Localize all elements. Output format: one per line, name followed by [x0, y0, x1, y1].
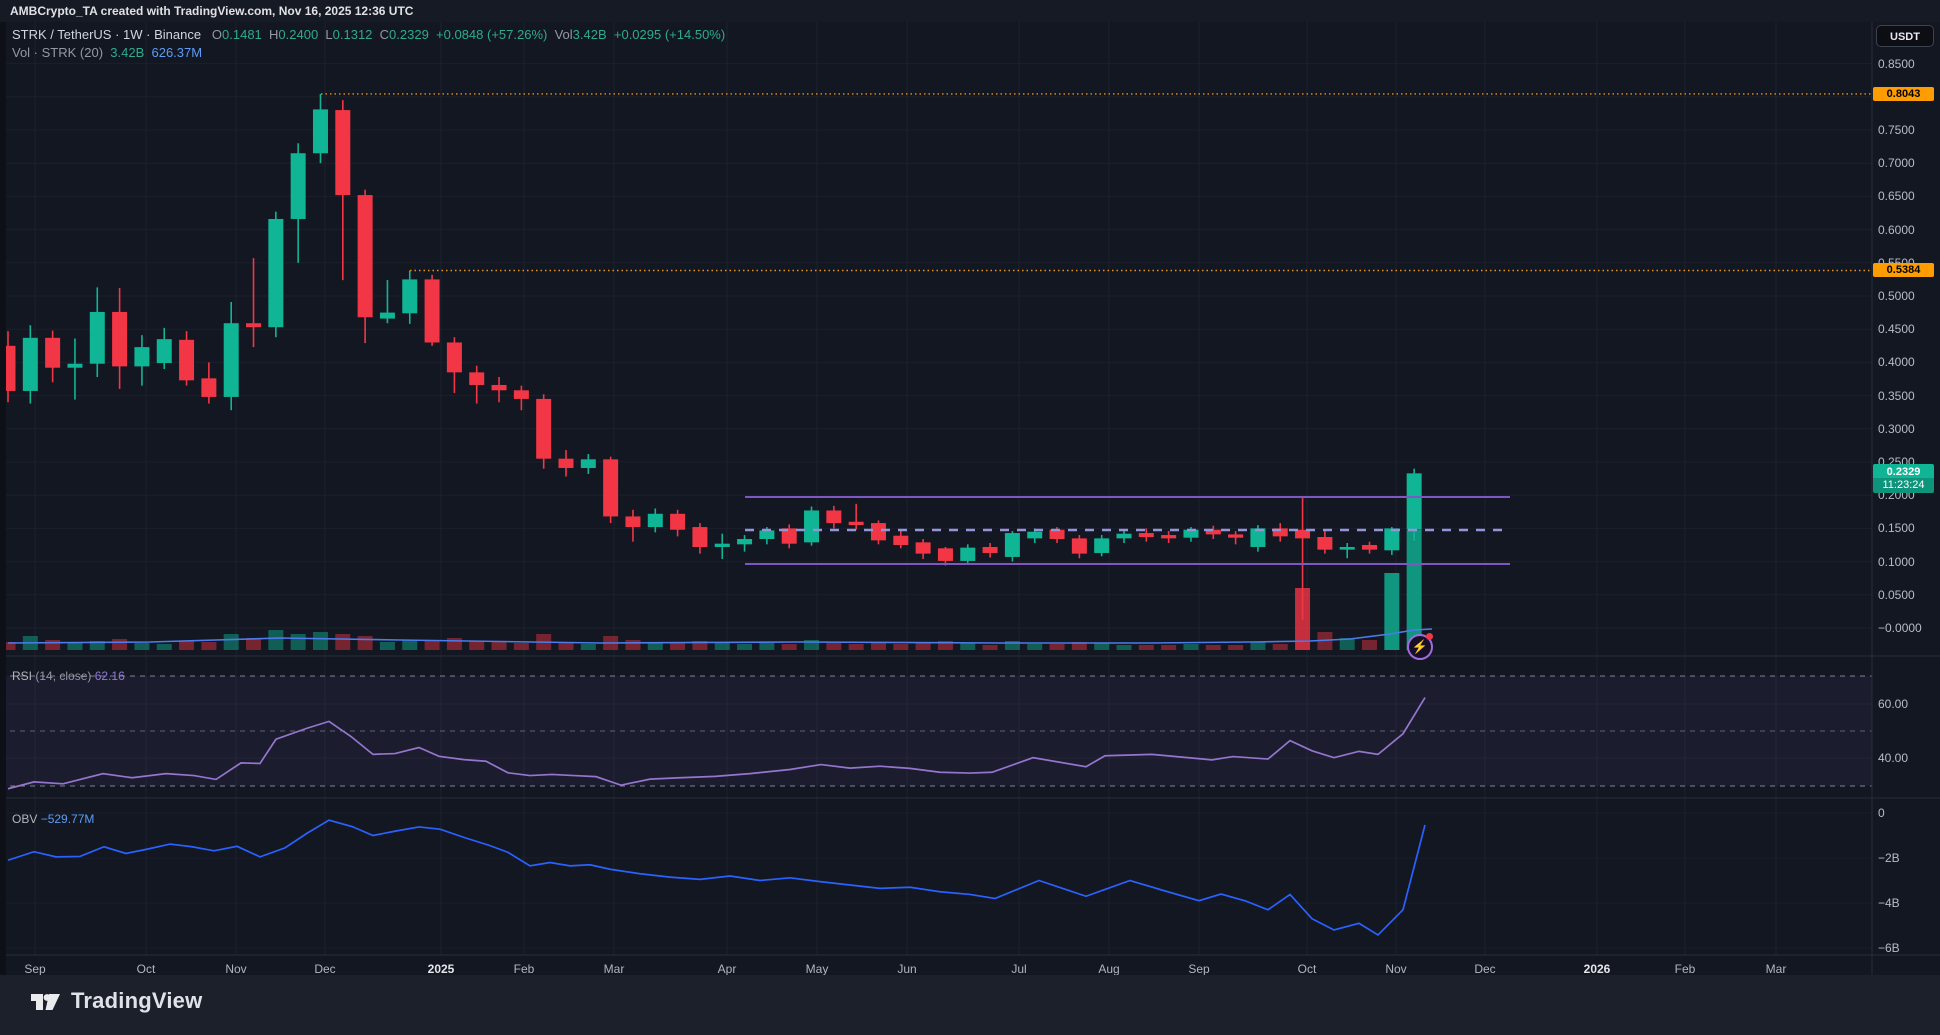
high-label: H: [269, 27, 278, 42]
open-label: O: [212, 27, 222, 42]
close-value: 0.2329: [389, 27, 429, 42]
low-label: L: [325, 27, 332, 42]
lightning-badge-icon[interactable]: ⚡: [1407, 634, 1433, 660]
time-axis-label: Feb: [514, 962, 535, 976]
price-axis-tick: 0.7000: [1878, 156, 1936, 170]
left-edge: [0, 22, 6, 975]
rsi-axis-tick: 40.00: [1878, 751, 1936, 765]
time-axis-label: Apr: [718, 962, 737, 976]
price-axis-tick: 0.4000: [1878, 355, 1936, 369]
volume-indicator-row[interactable]: Vol · STRK (20) 3.42B 626.37M: [12, 44, 725, 61]
time-axis-label: Aug: [1098, 962, 1119, 976]
rsi-params: (14, close): [35, 669, 91, 683]
price-axis-tick: 0.8500: [1878, 57, 1936, 71]
chart-window: AMBCrypto_TA created with TradingView.co…: [0, 0, 1940, 1035]
time-axis-label: Oct: [1298, 962, 1317, 976]
rsi-band: [0, 676, 1872, 786]
obv-indicator-label[interactable]: OBV −529.77M: [12, 812, 94, 826]
volume-ma-value: 626.37M: [151, 45, 202, 60]
price-axis-tick: 0.7500: [1878, 123, 1936, 137]
tradingview-logo[interactable]: TradingView: [28, 987, 202, 1015]
symbol-title[interactable]: STRK / TetherUS · 1W · Binance: [12, 27, 201, 42]
price-axis-tick: 0.1000: [1878, 555, 1936, 569]
bar-countdown: 11:23:24: [1873, 478, 1934, 493]
footer-bar: TradingView: [0, 975, 1940, 1035]
legend: STRK / TetherUS · 1W · Binance O0.1481 H…: [12, 26, 725, 62]
time-axis-label: Dec: [1474, 962, 1495, 976]
rsi-value: 62.16: [95, 669, 125, 683]
obv-axis-tick: 0: [1878, 806, 1936, 820]
time-axis-label: Sep: [1188, 962, 1209, 976]
notification-dot: [1426, 633, 1433, 640]
price-axis-tick: 0.6500: [1878, 189, 1936, 203]
lightning-glyph: ⚡: [1412, 639, 1428, 654]
attribution-bar: AMBCrypto_TA created with TradingView.co…: [0, 0, 1940, 22]
time-axis-label: Nov: [1385, 962, 1406, 976]
vol-change: +0.0295 (+14.50%): [614, 27, 725, 42]
obv-axis-tick: −2B: [1878, 851, 1936, 865]
time-axis-label: Mar: [604, 962, 625, 976]
rsi-title[interactable]: RSI: [12, 669, 32, 683]
high-value: 0.2400: [278, 27, 318, 42]
last-price-tag: 0.232911:23:24: [1873, 464, 1934, 493]
symbol-row[interactable]: STRK / TetherUS · 1W · Binance O0.1481 H…: [12, 26, 725, 43]
rsi-axis-tick: 60.00: [1878, 697, 1936, 711]
time-axis-label: Mar: [1766, 962, 1787, 976]
time-axis-label: 2026: [1584, 962, 1611, 976]
time-axis-label: May: [806, 962, 829, 976]
chart-canvas[interactable]: [0, 0, 1940, 1035]
price-alert-tag[interactable]: 0.8043: [1873, 87, 1934, 101]
tradingview-logo-icon: [28, 987, 62, 1015]
volume-indicator-label[interactable]: Vol · STRK (20): [12, 45, 103, 60]
tradingview-brand-text: TradingView: [71, 988, 202, 1014]
open-value: 0.1481: [222, 27, 262, 42]
vol-label: Vol: [555, 27, 573, 42]
time-axis-label: 2025: [428, 962, 455, 976]
currency-toggle-button[interactable]: USDT: [1876, 25, 1934, 47]
time-axis-label: Jun: [897, 962, 916, 976]
change-value: +0.0848 (+57.26%): [436, 27, 547, 42]
volume-indicator-value: 3.42B: [110, 45, 144, 60]
obv-title[interactable]: OBV: [12, 812, 37, 826]
vol-value: 3.42B: [573, 27, 607, 42]
price-axis-tick: 0.1500: [1878, 521, 1936, 535]
price-axis-tick: 0.3500: [1878, 389, 1936, 403]
price-axis-tick: 0.6000: [1878, 223, 1936, 237]
close-label: C: [380, 27, 389, 42]
time-axis-label: Dec: [314, 962, 335, 976]
obv-value: −529.77M: [41, 812, 95, 826]
time-axis-label: Sep: [24, 962, 45, 976]
last-price-value: 0.2329: [1873, 464, 1934, 478]
low-value: 0.1312: [333, 27, 373, 42]
price-axis-tick: −0.0000: [1878, 621, 1936, 635]
time-axis-label: Oct: [137, 962, 156, 976]
price-axis-tick: 0.4500: [1878, 322, 1936, 336]
price-axis-tick: 0.5000: [1878, 289, 1936, 303]
time-axis-label: Nov: [225, 962, 246, 976]
rsi-indicator-label[interactable]: RSI (14, close) 62.16: [12, 669, 125, 683]
price-alert-tag[interactable]: 0.5384: [1873, 263, 1934, 277]
obv-axis-tick: −6B: [1878, 941, 1936, 955]
obv-axis-tick: −4B: [1878, 896, 1936, 910]
price-axis-tick: 0.3000: [1878, 422, 1936, 436]
price-axis-tick: 0.0500: [1878, 588, 1936, 602]
time-axis-label: Jul: [1011, 962, 1026, 976]
attribution-text: AMBCrypto_TA created with TradingView.co…: [10, 4, 413, 18]
time-axis-label: Feb: [1675, 962, 1696, 976]
